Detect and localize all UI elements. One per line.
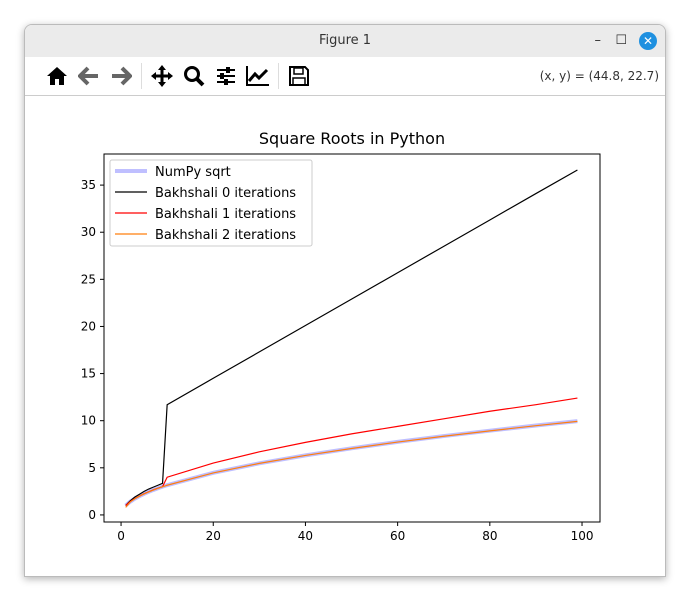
y-tick-label: 5 bbox=[88, 461, 96, 475]
x-tick-label: 20 bbox=[206, 529, 221, 543]
y-tick-label: 15 bbox=[81, 367, 96, 381]
chart-title: Square Roots in Python bbox=[259, 129, 445, 148]
plot-canvas[interactable]: Square Roots in Python 0 20 40 60 80 100 0 5 10 15… bbox=[0, 0, 692, 602]
x-tick-label: 60 bbox=[390, 529, 405, 543]
y-tick-label: 30 bbox=[81, 225, 96, 239]
x-tick-label: 100 bbox=[571, 529, 594, 543]
legend-label: Bakhshali 1 iterations bbox=[155, 207, 296, 222]
y-tick-label: 0 bbox=[88, 508, 96, 522]
y-tick-label: 20 bbox=[81, 319, 96, 333]
y-tick-label: 35 bbox=[81, 178, 96, 192]
legend-label: NumPy sqrt bbox=[155, 165, 231, 180]
y-tick-label: 10 bbox=[81, 414, 96, 428]
series-line-2 bbox=[125, 397, 578, 506]
x-tick-label: 40 bbox=[298, 529, 313, 543]
legend-label: Bakhshali 0 iterations bbox=[155, 186, 296, 201]
x-tick-label: 0 bbox=[117, 529, 125, 543]
y-tick-label: 25 bbox=[81, 272, 96, 286]
x-tick-label: 80 bbox=[482, 529, 497, 543]
legend-label: Bakhshali 2 iterations bbox=[155, 228, 296, 243]
